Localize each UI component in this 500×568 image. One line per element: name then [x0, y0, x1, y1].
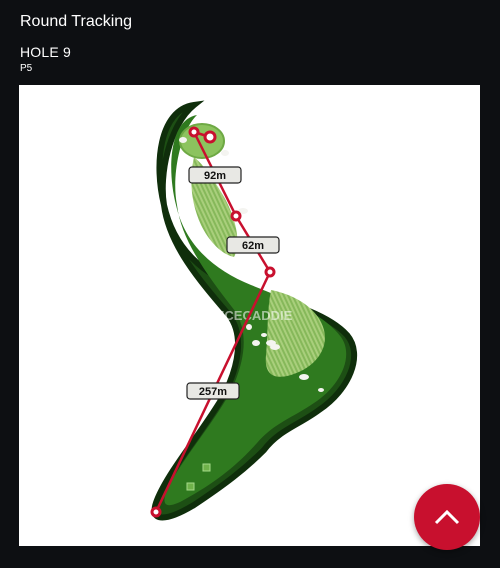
previous-hole-button[interactable] — [17, 286, 57, 346]
svg-text:257m: 257m — [199, 386, 227, 398]
hole-map[interactable]: VOICECADDIE 92m 62m 257m — [19, 85, 480, 546]
svg-text:92m: 92m — [204, 170, 226, 182]
distance-label-92: 92m — [188, 166, 242, 184]
tee-box — [202, 463, 211, 472]
chevron-right-icon — [452, 294, 473, 338]
hole-number: HOLE 9 — [20, 44, 71, 60]
hole-par: P5 — [20, 63, 33, 74]
hole-map-graphic: VOICECADDIE 92m 62m 257m — [150, 100, 358, 521]
chevron-left-icon — [26, 294, 47, 338]
svg-text:62m: 62m — [242, 240, 264, 252]
distance-label-257: 257m — [186, 382, 240, 400]
chevron-up-icon — [434, 509, 460, 525]
scroll-up-button[interactable] — [414, 484, 480, 550]
distance-label-62: 62m — [226, 236, 280, 254]
tee-box — [186, 482, 195, 491]
app-title: Round Tracking — [20, 13, 133, 30]
next-hole-button[interactable] — [442, 286, 482, 346]
